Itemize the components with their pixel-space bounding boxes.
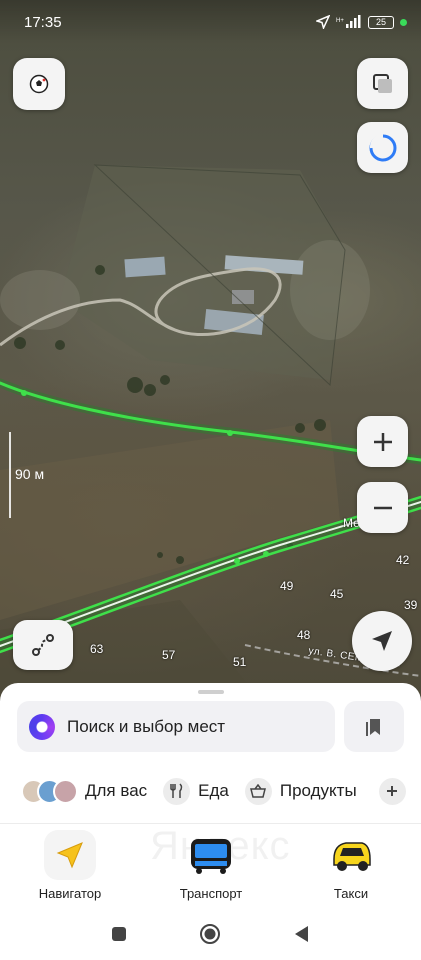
zoom-out-button[interactable] [357,482,408,533]
nav-taxi[interactable]: Такси [296,830,406,901]
nav-label: Навигатор [38,886,102,901]
chip-label: Продукты [279,781,357,800]
basket-icon [244,777,272,805]
bookmark-icon [366,718,380,736]
battery-icon: 25 [368,15,394,29]
route-button[interactable] [13,620,73,670]
scale-label: 90 м [15,466,45,482]
chip-for-you[interactable]: Для вас [0,778,148,804]
category-chips: Для вас Еда Продукты [0,773,421,809]
house-number: 63 [90,642,104,656]
privacy-indicator-dot [400,18,407,26]
scale-bar [9,432,11,518]
alice-assistant-button[interactable] [357,122,408,173]
nav-transport[interactable]: Транспорт [156,830,266,901]
house-number: 57 [162,648,176,662]
search-placeholder: Поиск и выбор мест [67,716,226,736]
house-number: 51 [233,655,247,669]
taxi-icon [325,830,377,880]
alice-icon [369,133,396,161]
bus-icon [185,830,237,880]
status-bar: 17:35 H+ 25 [0,0,421,44]
house-number: 45 [330,587,344,601]
bottom-nav: Яндекс Навигатор Транспорт Такси [0,823,421,909]
satellite-map[interactable]: 42 49 45 39 48 63 57 51 Мечеть ул. В. СЕ… [0,0,421,700]
alice-icon [29,713,55,740]
back-icon[interactable] [293,925,309,943]
route-icon [32,634,54,656]
nav-label: Такси [333,886,369,901]
soccer-ball-icon [29,74,49,94]
fork-knife-icon [163,777,191,805]
status-time: 17:35 [24,13,62,31]
chip-label: Еда [198,781,229,800]
chip-food[interactable]: Еда [163,777,229,805]
nav-navigator[interactable]: Навигатор [15,830,125,901]
house-number: 49 [280,579,294,593]
system-navigation-bar [0,909,421,960]
location-arrow-icon [316,15,330,29]
plus-icon [373,432,392,451]
house-number: 39 [404,598,418,612]
nav-label: Транспорт [179,886,243,901]
add-chip-button[interactable] [378,777,406,805]
map-imagery [0,164,421,700]
svg-text:H+: H+ [336,18,344,24]
house-number: 42 [396,553,410,567]
my-location-button[interactable] [352,611,412,671]
home-icon[interactable] [199,923,221,945]
zoom-in-button[interactable] [357,416,408,467]
search-input[interactable]: Поиск и выбор мест [17,701,335,752]
chip-label: Для вас [85,781,148,800]
bottom-sheet: Поиск и выбор мест Для вас Еда Продукты [0,683,421,823]
recents-icon[interactable] [111,926,127,942]
location-arrow-icon [372,631,392,651]
football-button[interactable] [13,58,65,110]
navigator-arrow-icon [44,830,96,880]
sheet-grabber[interactable] [198,690,224,694]
layers-button[interactable] [357,58,408,109]
house-number: 48 [297,628,311,642]
minus-icon [373,506,392,509]
signal-icon: H+ [336,15,361,28]
bookmarks-button[interactable] [344,701,404,752]
chip-groceries[interactable]: Продукты [244,777,357,805]
plus-icon [387,786,398,796]
avatars-icon [21,778,78,804]
layers-icon [372,73,392,93]
